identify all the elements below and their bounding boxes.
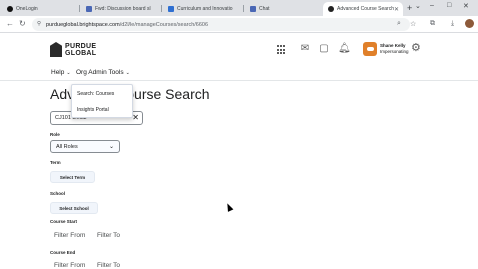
url-path: /d2l/le/manageCourses/search/6606 [119,21,209,28]
gear-icon[interactable]: ⚙ [411,43,421,54]
term-label: Term [50,160,61,165]
onelogin-icon [7,6,13,12]
role-value: All Roles [56,143,78,150]
back-icon[interactable]: ← [6,19,14,28]
profile-avatar[interactable] [465,19,474,28]
tab-separator [161,5,162,12]
nav-help[interactable]: Help ⌄ [51,69,71,76]
tab-separator [79,5,80,12]
teams-icon [250,6,256,12]
tab-title: OneLogin [16,6,38,12]
org-admin-tools-menu: Search: Courses Insights Portal [71,84,133,118]
tab-title: Fwd: Discussion board sl [95,6,151,12]
site-info-icon[interactable]: ⚲ [37,21,41,27]
user-avatar [363,42,377,56]
purdue-global-logo[interactable]: PURDUE GLOBAL [50,42,96,57]
user-text: Shane Kelly Impersonating [380,43,409,55]
close-tab-icon[interactable]: ✕ [394,6,399,13]
update-alerts-bell-icon[interactable]: 🔔︎ [338,44,351,54]
brightspace-icon [328,6,334,12]
course-start-filter-from[interactable]: Filter From [54,232,85,239]
menu-item-insights-portal[interactable]: Insights Portal [77,107,109,113]
course-selector-grid-icon[interactable] [277,45,287,55]
user-menu[interactable]: Shane Kelly Impersonating [363,42,409,56]
browser-toolbar: ← ↻ ⚲ purdueglobal.brightspace.com/d2l/l… [0,16,478,33]
mouse-cursor-icon [224,202,234,212]
tab-title: Advanced Course Search [337,6,394,12]
course-end-label: Course End [50,250,76,255]
role-label: Role [50,132,60,137]
course-start-filter-to[interactable]: Filter To [97,232,120,239]
chevron-down-icon: ⌄ [125,70,130,76]
logo-line-2: GLOBAL [65,49,97,57]
tab-advanced-course-search[interactable]: Advanced Course Search ✕ [323,2,403,16]
tab-separator [243,5,244,12]
menu-item-search-courses[interactable]: Search: Courses [77,91,114,97]
url-host: purdueglobal.brightspace.com [46,21,120,28]
nav-org-admin-tools[interactable]: Org Admin Tools ⌄ [76,69,130,76]
tab-search-icon[interactable]: ⌄ [415,2,421,10]
maximize-icon[interactable]: □ [447,2,451,9]
role-select[interactable]: All Roles ⌄ [50,140,120,153]
course-end-filter-from[interactable]: Filter From [54,262,85,269]
message-icon[interactable]: ✉ [300,44,310,54]
bookmark-star-icon[interactable]: ☆ [410,20,416,28]
tab-chat[interactable]: Chat [245,2,323,16]
select-term-button[interactable]: Select Term [50,171,95,183]
school-label: School [50,191,66,196]
navbar: Help ⌄ Org Admin Tools ⌄ [0,66,478,81]
new-tab-icon[interactable]: + [407,3,412,13]
document-icon [168,6,174,12]
tab-onelogin[interactable]: OneLogin [2,2,77,16]
download-icon[interactable]: ⤓ [451,20,454,28]
reload-icon[interactable]: ↻ [19,19,26,28]
select-school-button[interactable]: Select School [50,202,98,214]
tab-title: Chat [259,6,270,12]
subscriptions-icon[interactable]: ▢ [319,44,329,54]
close-window-icon[interactable]: ✕ [463,2,469,10]
outlook-icon [86,6,92,12]
chevron-down-icon: ⌄ [108,144,114,150]
user-status: Impersonating [380,49,409,54]
logo-crest-icon [50,42,62,57]
minimize-icon[interactable]: – [430,2,434,9]
logo-text: PURDUE GLOBAL [65,43,96,57]
zoom-icon[interactable]: ⌕ [397,20,401,28]
chevron-down-icon: ⌄ [66,70,71,76]
nav-admin-label: Org Admin Tools [76,69,124,76]
clear-search-icon[interactable]: ✕ [132,114,139,122]
tab-discussion[interactable]: Fwd: Discussion board sl [81,2,159,16]
course-end-filter-to[interactable]: Filter To [97,262,120,269]
extensions-icon[interactable]: ⧉ [430,20,435,28]
address-bar[interactable]: ⚲ purdueglobal.brightspace.com/d2l/le/ma… [32,18,410,31]
tab-curriculum[interactable]: Curriculum and Innovatio [163,2,241,16]
nav-help-label: Help [51,69,65,76]
course-start-label: Course Start [50,219,78,224]
browser-tab-bar: OneLogin Fwd: Discussion board sl Curric… [0,0,478,16]
tab-title: Curriculum and Innovatio [177,6,233,12]
logo-line-1: PURDUE [65,42,97,50]
